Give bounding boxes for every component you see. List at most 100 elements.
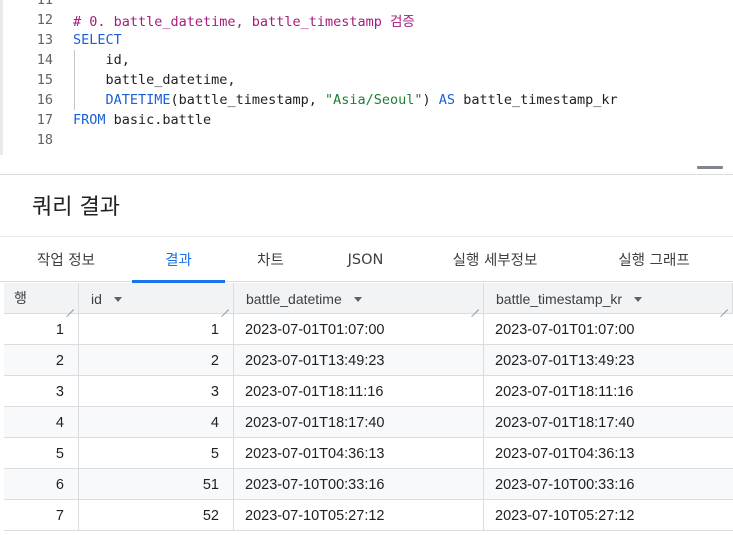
cell-battle-datetime[interactable]: 2023-07-01T01:07:00 bbox=[234, 314, 484, 345]
line-number: 17 bbox=[36, 112, 53, 128]
column-resize-icon[interactable] bbox=[66, 302, 74, 310]
code-text: # 0. battle_datetime, battle_timestamp 검… bbox=[73, 10, 415, 30]
line-number: 15 bbox=[36, 72, 53, 88]
table-row[interactable]: 3 3 2023-07-01T18:11:16 2023-07-01T18:11:16 bbox=[4, 376, 733, 407]
cell-id[interactable]: 51 bbox=[79, 469, 234, 500]
column-header-label: id bbox=[91, 291, 102, 307]
col-id-header[interactable]: id bbox=[79, 283, 234, 314]
code-token-plain: battle_datetime, bbox=[73, 72, 236, 88]
cell-id[interactable]: 1 bbox=[79, 314, 234, 345]
column-header-label: 행 bbox=[14, 290, 27, 306]
line-number: 14 bbox=[36, 52, 53, 68]
code-line[interactable]: 12 # 0. battle_datetime, battle_timestamp… bbox=[3, 10, 415, 30]
results-title: 쿼리 결과 bbox=[32, 195, 120, 220]
cell-row-number: 3 bbox=[4, 376, 79, 407]
col-battle-timestamp-kr-header[interactable]: battle_timestamp_kr bbox=[484, 283, 733, 314]
cell-row-number: 6 bbox=[4, 469, 79, 500]
code-token-str: "Asia/Seoul" bbox=[324, 92, 423, 108]
code-text: SELECT bbox=[73, 32, 122, 48]
tab-execution-details[interactable]: 실행 세부정보 bbox=[415, 237, 575, 282]
column-header-label-wrap: id bbox=[91, 291, 122, 307]
column-header-label: battle_timestamp_kr bbox=[496, 291, 623, 307]
code-text: id, bbox=[73, 52, 130, 68]
line-number: 16 bbox=[36, 92, 53, 108]
code-token-plain: basic.battle bbox=[105, 112, 212, 128]
cell-id[interactable]: 5 bbox=[79, 438, 234, 469]
cell-battle-timestamp-kr[interactable]: 2023-07-01T18:11:16 bbox=[484, 376, 733, 407]
cell-row-number: 7 bbox=[4, 500, 79, 531]
cell-battle-datetime[interactable]: 2023-07-10T00:33:16 bbox=[234, 469, 484, 500]
editor-results-splitter[interactable] bbox=[0, 155, 733, 175]
code-token-kw: SELECT bbox=[73, 32, 122, 48]
column-header-label-wrap: 행 bbox=[14, 288, 27, 308]
sql-editor[interactable]: 11 12 # 0. battle_datetime, battle_timesta… bbox=[0, 0, 733, 155]
cell-battle-timestamp-kr[interactable]: 2023-07-10T05:27:12 bbox=[484, 500, 733, 531]
col-battle-datetime-header[interactable]: battle_datetime bbox=[234, 283, 484, 314]
cell-battle-datetime[interactable]: 2023-07-01T18:17:40 bbox=[234, 407, 484, 438]
code-token-plain: id, bbox=[73, 52, 130, 68]
cell-row-number: 4 bbox=[4, 407, 79, 438]
cell-id[interactable]: 3 bbox=[79, 376, 234, 407]
code-line[interactable]: 15 battle_datetime, bbox=[3, 70, 236, 90]
cell-id[interactable]: 52 bbox=[79, 500, 234, 531]
cell-battle-datetime[interactable]: 2023-07-10T05:27:12 bbox=[234, 500, 484, 531]
code-line[interactable]: 13 SELECT bbox=[3, 30, 122, 50]
code-token-kw: DATETIME bbox=[105, 92, 171, 108]
column-header-label: battle_datetime bbox=[246, 291, 342, 307]
cell-id[interactable]: 4 bbox=[79, 407, 234, 438]
cell-battle-datetime[interactable]: 2023-07-01T18:11:16 bbox=[234, 376, 484, 407]
tab-json[interactable]: JSON bbox=[316, 237, 415, 282]
table-row[interactable]: 2 2 2023-07-01T13:49:23 2023-07-01T13:49:23 bbox=[4, 345, 733, 376]
cell-battle-timestamp-kr[interactable]: 2023-07-10T00:33:16 bbox=[484, 469, 733, 500]
code-text: FROM basic.battle bbox=[73, 112, 211, 128]
code-token-plain: (battle_timestamp, bbox=[170, 92, 325, 108]
results-tabs: 작업 정보 결과 차트 JSON 실행 세부정보 실행 그래프 bbox=[0, 236, 733, 283]
cell-battle-timestamp-kr[interactable]: 2023-07-01T04:36:13 bbox=[484, 438, 733, 469]
table-row[interactable]: 4 4 2023-07-01T18:17:40 2023-07-01T18:17:40 bbox=[4, 407, 733, 438]
cell-row-number: 2 bbox=[4, 345, 79, 376]
code-text: battle_datetime, bbox=[73, 72, 236, 88]
cell-row-number: 5 bbox=[4, 438, 79, 469]
code-line[interactable]: 18 bbox=[3, 130, 53, 150]
line-number: 13 bbox=[36, 32, 53, 48]
col-row-number-header[interactable]: 행 bbox=[4, 283, 79, 314]
code-text: DATETIME(battle_timestamp, "Asia/Seoul")… bbox=[73, 92, 618, 108]
tab-chart[interactable]: 차트 bbox=[225, 237, 316, 282]
cell-battle-timestamp-kr[interactable]: 2023-07-01T18:17:40 bbox=[484, 407, 733, 438]
column-header-label-wrap: battle_datetime bbox=[246, 291, 362, 307]
tab-results[interactable]: 결과 bbox=[132, 237, 225, 283]
cell-battle-datetime[interactable]: 2023-07-01T13:49:23 bbox=[234, 345, 484, 376]
cell-battle-datetime[interactable]: 2023-07-01T04:36:13 bbox=[234, 438, 484, 469]
code-line[interactable]: 14 id, bbox=[3, 50, 130, 70]
cell-battle-timestamp-kr[interactable]: 2023-07-01T13:49:23 bbox=[484, 345, 733, 376]
table-row[interactable]: 5 5 2023-07-01T04:36:13 2023-07-01T04:36:13 bbox=[4, 438, 733, 469]
table-row[interactable]: 1 1 2023-07-01T01:07:00 2023-07-01T01:07:00 bbox=[4, 314, 733, 345]
sort-menu-icon[interactable] bbox=[113, 296, 122, 302]
table-row[interactable]: 7 52 2023-07-10T05:27:12 2023-07-10T05:27:1… bbox=[4, 500, 733, 531]
code-token-kw: FROM bbox=[73, 112, 106, 128]
line-number: 12 bbox=[36, 12, 53, 28]
drag-handle-icon[interactable] bbox=[697, 166, 723, 169]
tab-job-info[interactable]: 작업 정보 bbox=[0, 237, 132, 282]
code-token-plain: battle_timestamp_kr bbox=[455, 92, 618, 108]
cell-battle-timestamp-kr[interactable]: 2023-07-01T01:07:00 bbox=[484, 314, 733, 345]
column-header-label-wrap: battle_timestamp_kr bbox=[496, 291, 643, 307]
tab-execution-graph[interactable]: 실행 그래프 bbox=[575, 237, 733, 282]
table-row[interactable]: 6 51 2023-07-10T00:33:16 2023-07-10T00:33:1… bbox=[4, 469, 733, 500]
sort-menu-icon[interactable] bbox=[634, 296, 643, 302]
code-line[interactable]: 17 FROM basic.battle bbox=[3, 110, 211, 130]
code-token-comment: # 0. battle_datetime, battle_timestamp 검… bbox=[73, 14, 415, 30]
column-resize-icon[interactable] bbox=[720, 302, 728, 310]
code-token-plain: ) bbox=[422, 92, 439, 108]
column-resize-icon[interactable] bbox=[221, 302, 229, 310]
code-token-kw: AS bbox=[438, 92, 456, 108]
line-number: 11 bbox=[36, 0, 53, 8]
sort-menu-icon[interactable] bbox=[353, 296, 362, 302]
cell-id[interactable]: 2 bbox=[79, 345, 234, 376]
code-line[interactable]: 11 bbox=[3, 0, 53, 10]
code-line[interactable]: 16 DATETIME(battle_timestamp, "Asia/Seou… bbox=[3, 90, 618, 110]
indent-guide bbox=[74, 50, 75, 110]
column-resize-icon[interactable] bbox=[471, 302, 479, 310]
cell-row-number: 1 bbox=[4, 314, 79, 345]
